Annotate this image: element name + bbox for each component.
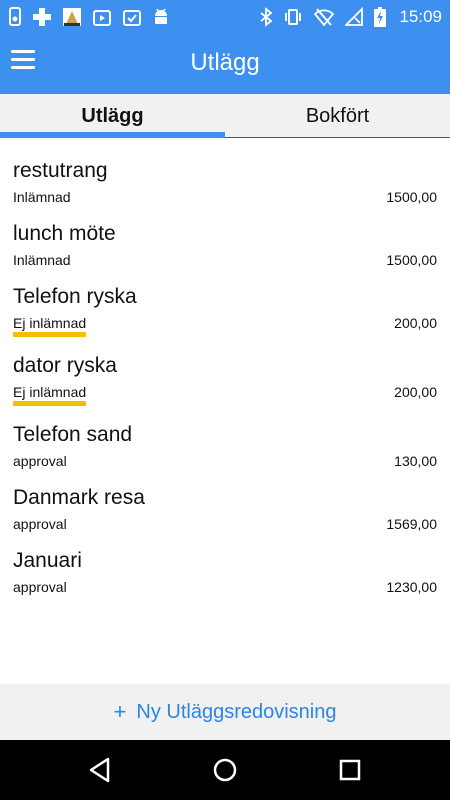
battery-charging-icon — [374, 6, 387, 27]
expense-list: restutrang Inlämnad 1500,00 lunch möte I… — [0, 148, 450, 601]
no-signal-icon — [345, 6, 364, 26]
expense-status: Inlämnad — [13, 252, 71, 268]
expense-title: Danmark resa — [13, 486, 145, 509]
expense-title: Januari — [13, 549, 82, 572]
phone-debug-icon — [9, 6, 21, 26]
bluetooth-icon — [260, 6, 273, 27]
expense-status: approval — [13, 453, 67, 469]
expense-title: lunch möte — [13, 222, 116, 245]
page-title: Utlägg — [190, 49, 260, 76]
back-icon[interactable] — [88, 757, 112, 783]
expense-amount: 200,00 — [394, 315, 437, 331]
checkbox-app-icon — [123, 9, 141, 26]
home-icon[interactable] — [213, 757, 237, 783]
expense-status-not-submitted: Ej inlämnad — [13, 384, 87, 406]
clock: 15:09 — [399, 6, 442, 26]
expense-title: dator ryska — [13, 354, 117, 377]
expense-row[interactable]: Danmark resa approval 1569,00 — [0, 475, 450, 538]
photo-thumb-icon — [63, 7, 81, 26]
new-expense-report-label: Ny Utläggsredovisning — [136, 700, 337, 723]
expense-status-not-submitted: Ej inlämnad — [13, 315, 87, 337]
expense-amount: 1500,00 — [386, 252, 437, 268]
expense-row[interactable]: dator ryska Ej inlämnad 200,00 — [0, 343, 450, 412]
expense-amount: 1569,00 — [386, 516, 437, 532]
tab-bokfort[interactable]: Bokfört — [225, 94, 450, 137]
expense-status: approval — [13, 579, 67, 595]
expense-row[interactable]: Telefon sand approval 130,00 — [0, 412, 450, 475]
expense-amount: 130,00 — [394, 453, 437, 469]
system-navigation-bar — [0, 740, 450, 800]
notification-icons — [8, 6, 170, 27]
expense-title: Telefon sand — [13, 423, 133, 446]
status-bar: 15:09 — [0, 0, 450, 33]
expense-amount: 1230,00 — [386, 579, 437, 595]
tab-utlagg[interactable]: Utlägg — [0, 94, 225, 138]
expense-row[interactable]: lunch möte Inlämnad 1500,00 — [0, 211, 450, 274]
vibrate-icon — [285, 8, 302, 25]
media-play-icon — [93, 9, 111, 26]
expense-title: restutrang — [13, 159, 108, 182]
expense-row[interactable]: Januari approval 1230,00 — [0, 538, 450, 601]
app-bar: Utlägg — [0, 33, 450, 94]
medical-cross-icon — [33, 7, 51, 26]
expense-row[interactable]: Telefon ryska Ej inlämnad 200,00 — [0, 274, 450, 343]
recent-apps-icon[interactable] — [338, 757, 362, 783]
system-icons: 15:09 — [260, 6, 442, 27]
wifi-off-icon — [314, 7, 335, 26]
expense-amount: 200,00 — [394, 384, 437, 400]
expense-title: Telefon ryska — [13, 285, 137, 308]
expense-row[interactable]: restutrang Inlämnad 1500,00 — [0, 148, 450, 211]
new-expense-report-button[interactable]: + Ny Utläggsredovisning — [0, 684, 450, 740]
expense-status: Inlämnad — [13, 189, 71, 205]
android-icon — [155, 8, 167, 24]
plus-icon: + — [113, 699, 127, 724]
expense-status: approval — [13, 516, 67, 532]
tab-bar: Utlägg Bokfört — [0, 94, 450, 138]
expense-amount: 1500,00 — [386, 189, 437, 205]
